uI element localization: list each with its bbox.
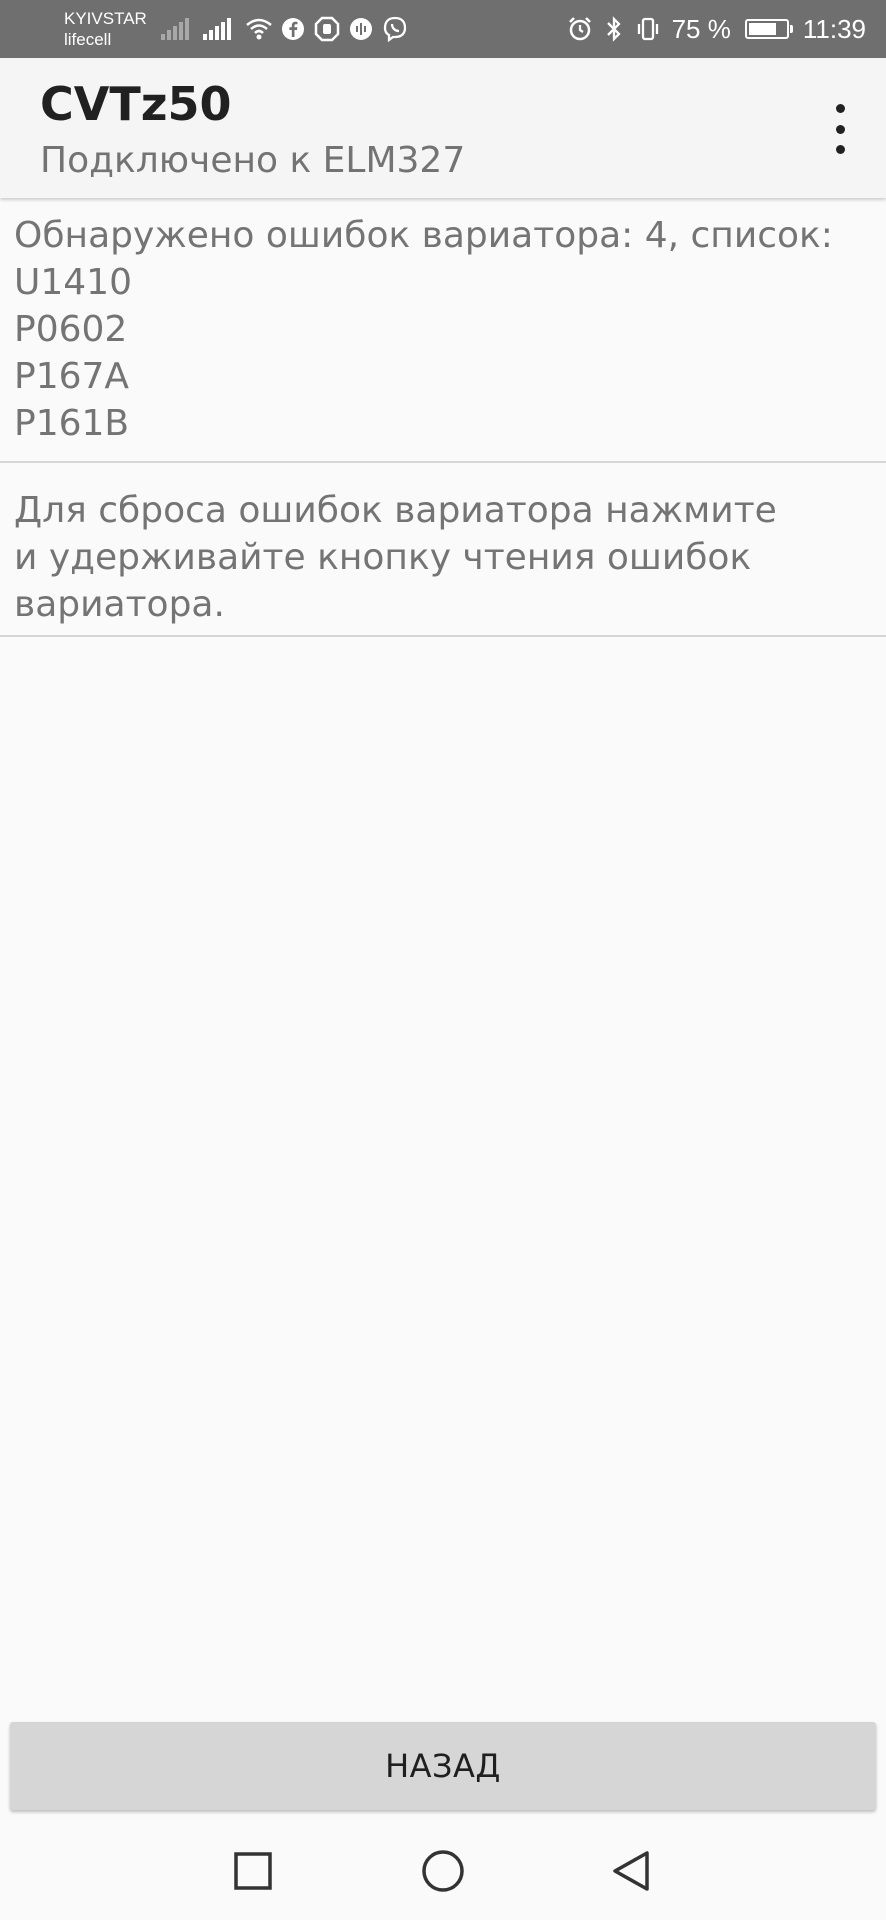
more-vert-icon[interactable] (820, 104, 860, 154)
hint-line: и удерживайте кнопку чтения ошибок (14, 537, 752, 578)
audio-icon (347, 15, 375, 43)
error-list-panel: Обнаружено ошибок вариатора: 4, список: … (0, 198, 886, 463)
battery-fill (748, 23, 776, 35)
error-code: U1410 (14, 262, 132, 303)
status-bar-left: KYIVSTAR lifecell (64, 8, 415, 50)
battery-percent: 75 % (671, 14, 731, 44)
back-button[interactable]: НАЗАД (10, 1722, 876, 1810)
error-heading: Обнаружено ошибок вариатора: 4, список: (14, 215, 833, 256)
back-icon[interactable] (608, 1848, 654, 1894)
alarm-icon (566, 15, 594, 43)
app-bar: CVTz50 Подключено к ELM327 (0, 58, 886, 198)
wifi-icon (245, 15, 273, 43)
error-code: P0602 (14, 309, 128, 350)
carrier-1: KYIVSTAR (64, 9, 147, 28)
status-time: 11:39 (802, 14, 866, 44)
home-icon[interactable] (420, 1848, 466, 1894)
viber-icon (381, 15, 409, 43)
carrier-2: lifecell (64, 30, 112, 49)
app-title: CVTz50 (40, 77, 232, 131)
carrier-names: KYIVSTAR lifecell (64, 8, 147, 50)
status-bar-right: 75 % 11:39 (566, 15, 870, 43)
battery-icon (744, 19, 793, 39)
error-code: P167A (14, 356, 130, 397)
main-content: Обнаружено ошибок вариатора: 4, список: … (0, 198, 886, 637)
facebook-icon (279, 15, 307, 43)
connection-status: Подключено к ELM327 (40, 140, 466, 181)
reset-hint-panel: Для сброса ошибок вариатора нажмите и уд… (0, 463, 886, 637)
hand-icon (313, 15, 341, 43)
hint-line: вариатора. (14, 584, 225, 625)
hint-line: Для сброса ошибок вариатора нажмите (14, 490, 777, 531)
signal-weak-icon (160, 18, 189, 40)
status-bar: KYIVSTAR lifecell 75 % 11:39 (0, 0, 886, 58)
vibrate-icon (634, 15, 662, 43)
recent-apps-icon[interactable] (230, 1848, 276, 1894)
bluetooth-icon (600, 15, 628, 43)
signal-strong-icon (202, 18, 231, 40)
navigation-bar (0, 1820, 886, 1920)
error-code: P161B (14, 403, 130, 444)
